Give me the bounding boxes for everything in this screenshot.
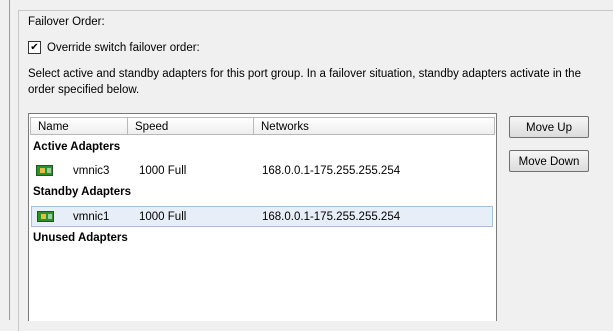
adapter-row-vmnic3[interactable]: vmnic3 1000 Full 168.0.0.1-175.255.255.2…: [31, 160, 493, 181]
adapter-networks: 168.0.0.1-175.255.255.254: [262, 210, 401, 223]
adapter-networks: 168.0.0.1-175.255.255.254: [262, 164, 401, 177]
column-header-networks[interactable]: Networks: [254, 117, 495, 135]
adapter-speed: 1000 Full: [139, 164, 187, 177]
move-down-button[interactable]: Move Down: [509, 150, 589, 172]
adapter-name: vmnic1: [73, 210, 110, 223]
failover-description: Select active and standby adapters for t…: [28, 68, 581, 96]
override-failover-option[interactable]: ✔ Override switch failover order:: [28, 41, 200, 54]
adapter-name: vmnic3: [73, 164, 110, 177]
checkmark-icon: ✔: [30, 41, 39, 53]
network-card-icon: [37, 211, 54, 222]
adapter-row-vmnic1[interactable]: vmnic1 1000 Full 168.0.0.1-175.255.255.2…: [31, 206, 493, 227]
panel-divider: [9, 0, 10, 320]
override-failover-checkbox[interactable]: ✔: [28, 41, 41, 54]
active-adapters-heading: Active Adapters: [33, 141, 121, 153]
adapter-list-header: Name Speed Networks: [30, 117, 495, 135]
column-header-speed[interactable]: Speed: [128, 117, 254, 135]
failover-order-title: Failover Order:: [28, 16, 105, 28]
adapter-list[interactable]: Name Speed Networks Active Adapters vmni…: [28, 113, 497, 321]
override-failover-label: Override switch failover order:: [47, 41, 200, 54]
unused-adapters-heading: Unused Adapters: [33, 232, 128, 244]
column-header-name[interactable]: Name: [30, 117, 128, 135]
network-card-icon: [36, 165, 53, 176]
adapter-speed: 1000 Full: [139, 210, 187, 223]
standby-adapters-heading: Standby Adapters: [33, 186, 131, 198]
move-up-button[interactable]: Move Up: [509, 116, 589, 138]
